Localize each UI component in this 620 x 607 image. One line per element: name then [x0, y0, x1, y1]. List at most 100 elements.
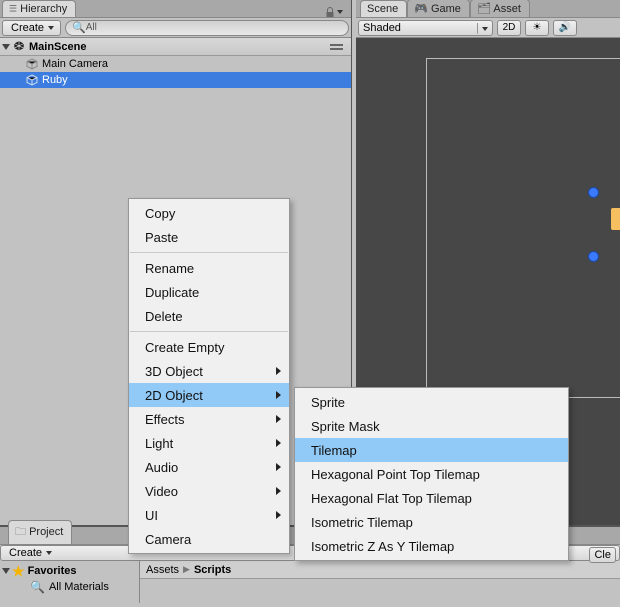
ctx-create-empty[interactable]: Create Empty [129, 335, 289, 359]
ctx-iso-z-tilemap[interactable]: Isometric Z As Y Tilemap [295, 534, 568, 558]
ctx-iso-tilemap[interactable]: Isometric Tilemap [295, 510, 568, 534]
ctx-label: Light [145, 436, 173, 451]
favorites-label: Favorites [28, 565, 77, 577]
submenu-arrow-icon [276, 511, 281, 519]
ctx-audio[interactable]: Audio [129, 455, 289, 479]
ctx-label: Effects [145, 412, 185, 427]
ctx-ui[interactable]: UI [129, 503, 289, 527]
submenu-arrow-icon [276, 391, 281, 399]
dropdown-marker: | [476, 22, 488, 34]
breadcrumb-item[interactable]: Assets [146, 564, 179, 576]
gizmo-handle[interactable] [588, 187, 599, 198]
chevron-down-icon [46, 551, 52, 555]
ctx-rename[interactable]: Rename [129, 256, 289, 280]
ctx-video[interactable]: Video [129, 479, 289, 503]
tab-scene[interactable]: Scene [360, 0, 407, 17]
clear-button[interactable]: Cle [589, 547, 616, 563]
lock-icon [325, 7, 335, 17]
audio-toggle-button[interactable]: 🔊 [553, 20, 577, 36]
submenu-arrow-icon [276, 439, 281, 447]
ctx-effects[interactable]: Effects [129, 407, 289, 431]
context-submenu: Sprite Sprite Mask Tilemap Hexagonal Poi… [294, 387, 569, 561]
tab-label: Scene [367, 3, 398, 15]
project-tab[interactable]: 🗀 Project [8, 520, 72, 544]
ctx-duplicate[interactable]: Duplicate [129, 280, 289, 304]
ctx-label: Audio [145, 460, 178, 475]
sun-icon: ☀ [533, 22, 542, 33]
submenu-arrow-icon [276, 463, 281, 471]
ctx-label: Isometric Z As Y Tilemap [311, 539, 454, 554]
gameobject-icon [26, 58, 38, 70]
hierarchy-item-label: Ruby [42, 74, 68, 86]
project-tree: ★ Favorites 🔍 All Materials [0, 561, 140, 603]
ctx-3d-object[interactable]: 3D Object [129, 359, 289, 383]
draw-mode-dropdown[interactable]: Shaded | [358, 20, 493, 36]
search-input[interactable]: 🔍 All [65, 20, 349, 36]
hierarchy-item-label: Main Camera [42, 58, 108, 70]
gizmo-handle[interactable] [588, 251, 599, 262]
ctx-label: Duplicate [145, 285, 199, 300]
toggle-2d-button[interactable]: 2D [497, 20, 521, 36]
search-icon: 🔍 [30, 580, 45, 594]
create-label: Create [9, 547, 42, 559]
tab-asset[interactable]: 🗂 Asset [470, 0, 530, 17]
ctx-sprite[interactable]: Sprite [295, 390, 568, 414]
scene-root[interactable]: MainScene [0, 38, 351, 56]
expand-toggle-icon[interactable] [2, 44, 10, 50]
submenu-arrow-icon [276, 487, 281, 495]
favorites-item-label: All Materials [49, 581, 109, 593]
ctx-label: Sprite [311, 395, 345, 410]
lighting-toggle-button[interactable]: ☀ [525, 20, 549, 36]
expand-toggle-icon[interactable] [2, 568, 10, 574]
project-body: ★ Favorites 🔍 All Materials Assets ▶ Scr… [0, 561, 620, 603]
submenu-arrow-icon [276, 415, 281, 423]
tab-game[interactable]: 🎮 Game [407, 0, 470, 17]
hierarchy-icon: ☰ [9, 4, 17, 14]
breadcrumb-separator-icon: ▶ [183, 564, 190, 575]
panel-lock[interactable] [325, 7, 343, 17]
ctx-label: Hexagonal Point Top Tilemap [311, 467, 480, 482]
chevron-down-icon [337, 10, 343, 14]
ctx-separator [130, 331, 288, 332]
ctx-light[interactable]: Light [129, 431, 289, 455]
hierarchy-item[interactable]: Ruby [0, 72, 351, 88]
create-label: Create [11, 22, 44, 34]
ctx-paste[interactable]: Paste [129, 225, 289, 249]
scene-name: MainScene [29, 41, 86, 53]
tab-label: Game [431, 3, 461, 15]
ctx-delete[interactable]: Delete [129, 304, 289, 328]
ctx-label: Camera [145, 532, 191, 547]
ctx-camera[interactable]: Camera [129, 527, 289, 551]
ctx-sprite-mask[interactable]: Sprite Mask [295, 414, 568, 438]
clear-label: Cle [594, 549, 611, 561]
ctx-label: Isometric Tilemap [311, 515, 413, 530]
ctx-copy[interactable]: Copy [129, 201, 289, 225]
hierarchy-tab-label: Hierarchy [20, 3, 67, 15]
ctx-2d-object[interactable]: 2D Object [129, 383, 289, 407]
chevron-down-icon [48, 26, 54, 30]
ctx-hex-flat-tilemap[interactable]: Hexagonal Flat Top Tilemap [295, 486, 568, 510]
search-icon: 🔍 [72, 21, 86, 34]
ctx-hex-point-tilemap[interactable]: Hexagonal Point Top Tilemap [295, 462, 568, 486]
ctx-label: Hexagonal Flat Top Tilemap [311, 491, 472, 506]
btn-label: 2D [503, 22, 516, 33]
context-menu: Copy Paste Rename Duplicate Delete Creat… [128, 198, 290, 554]
hierarchy-tab[interactable]: ☰ Hierarchy [2, 0, 76, 17]
hierarchy-tab-row: ☰ Hierarchy [0, 0, 351, 18]
breadcrumb-item[interactable]: Scripts [194, 564, 231, 576]
ctx-tilemap[interactable]: Tilemap [295, 438, 568, 462]
scene-options-button[interactable] [330, 44, 347, 50]
ctx-label: Rename [145, 261, 194, 276]
ctx-label: Video [145, 484, 178, 499]
search-placeholder: All [86, 22, 97, 33]
ctx-label: UI [145, 508, 158, 523]
gameobject-icon [26, 74, 38, 86]
favorites-item[interactable]: 🔍 All Materials [0, 579, 139, 595]
ctx-separator [130, 252, 288, 253]
asset-icon: 🗂 [477, 3, 491, 15]
hierarchy-item[interactable]: Main Camera [0, 56, 351, 72]
favorites-row[interactable]: ★ Favorites [0, 563, 139, 579]
sprite-preview[interactable] [611, 208, 620, 230]
create-button[interactable]: Create [2, 20, 61, 36]
submenu-arrow-icon [276, 367, 281, 375]
